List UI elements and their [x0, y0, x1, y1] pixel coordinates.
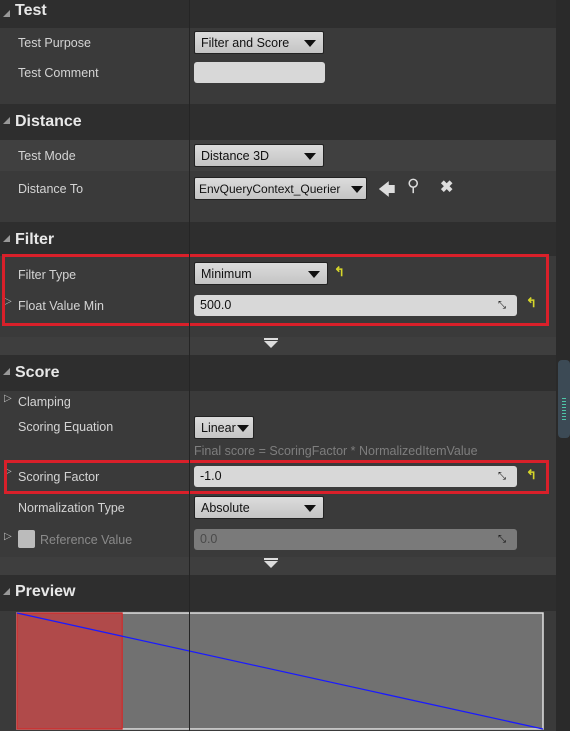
expand-triangle-icon[interactable]: ▷	[4, 393, 12, 404]
expand-down-icon	[264, 338, 278, 348]
chevron-down-icon	[237, 425, 249, 432]
scoring-equation-label: Scoring Equation	[18, 420, 114, 434]
expand-triangle-icon[interactable]: ▷	[4, 531, 12, 542]
chevron-down-icon	[304, 153, 316, 160]
clamping-label: Clamping	[18, 395, 71, 409]
chevron-down-icon	[304, 40, 316, 47]
section-header-distance[interactable]: Distance	[0, 104, 556, 140]
chevron-down-icon	[304, 505, 316, 512]
scoring-hint: Final score = ScoringFactor * Normalized…	[194, 444, 478, 458]
collapse-triangle-icon	[3, 117, 10, 124]
test-purpose-dropdown[interactable]: Filter and Score	[194, 31, 324, 54]
scoring-equation-dropdown[interactable]: Linear	[194, 416, 254, 439]
test-purpose-label: Test Purpose	[18, 36, 91, 50]
scrollbar-thumb[interactable]	[558, 360, 570, 438]
highlight-box-scoring-factor	[4, 460, 549, 494]
section-header-filter[interactable]: Filter	[0, 222, 556, 256]
test-mode-label: Test Mode	[18, 149, 76, 163]
advanced-expander-bar[interactable]	[0, 557, 556, 575]
preview-graph	[16, 612, 544, 730]
reference-value-label: Reference Value	[40, 533, 133, 547]
filtered-region	[16, 612, 123, 730]
chevron-down-icon	[351, 186, 363, 193]
browse-search-icon[interactable]: ⚲	[407, 176, 419, 196]
test-mode-dropdown[interactable]: Distance 3D	[194, 144, 324, 167]
test-comment-label: Test Comment	[18, 66, 99, 80]
collapse-triangle-icon	[3, 368, 10, 375]
section-header-preview[interactable]: Preview	[0, 575, 556, 611]
normalization-type-dropdown[interactable]: Absolute	[194, 496, 324, 519]
collapse-triangle-icon	[3, 235, 10, 242]
normalization-type-label: Normalization Type	[18, 501, 125, 515]
use-selected-arrow-icon[interactable]: 🡄	[378, 177, 396, 206]
highlight-box-filter	[2, 254, 549, 326]
advanced-expander-bar[interactable]	[0, 337, 556, 355]
collapse-triangle-icon	[3, 588, 10, 595]
section-header-score[interactable]: Score	[0, 355, 556, 391]
test-comment-input[interactable]	[194, 62, 325, 83]
section-header-test[interactable]: Test	[0, 0, 556, 28]
expand-down-icon	[264, 558, 278, 568]
collapse-triangle-icon	[3, 10, 10, 17]
distance-to-dropdown[interactable]: EnvQueryContext_Querier	[194, 177, 367, 200]
reference-value-input: 0.0 ⤡	[194, 529, 517, 550]
drag-resize-icon: ⤡	[498, 534, 506, 545]
reference-value-checkbox[interactable]	[18, 530, 35, 548]
column-divider[interactable]	[189, 0, 190, 731]
clear-x-icon[interactable]: ✖	[440, 177, 453, 197]
distance-to-label: Distance To	[18, 182, 84, 196]
